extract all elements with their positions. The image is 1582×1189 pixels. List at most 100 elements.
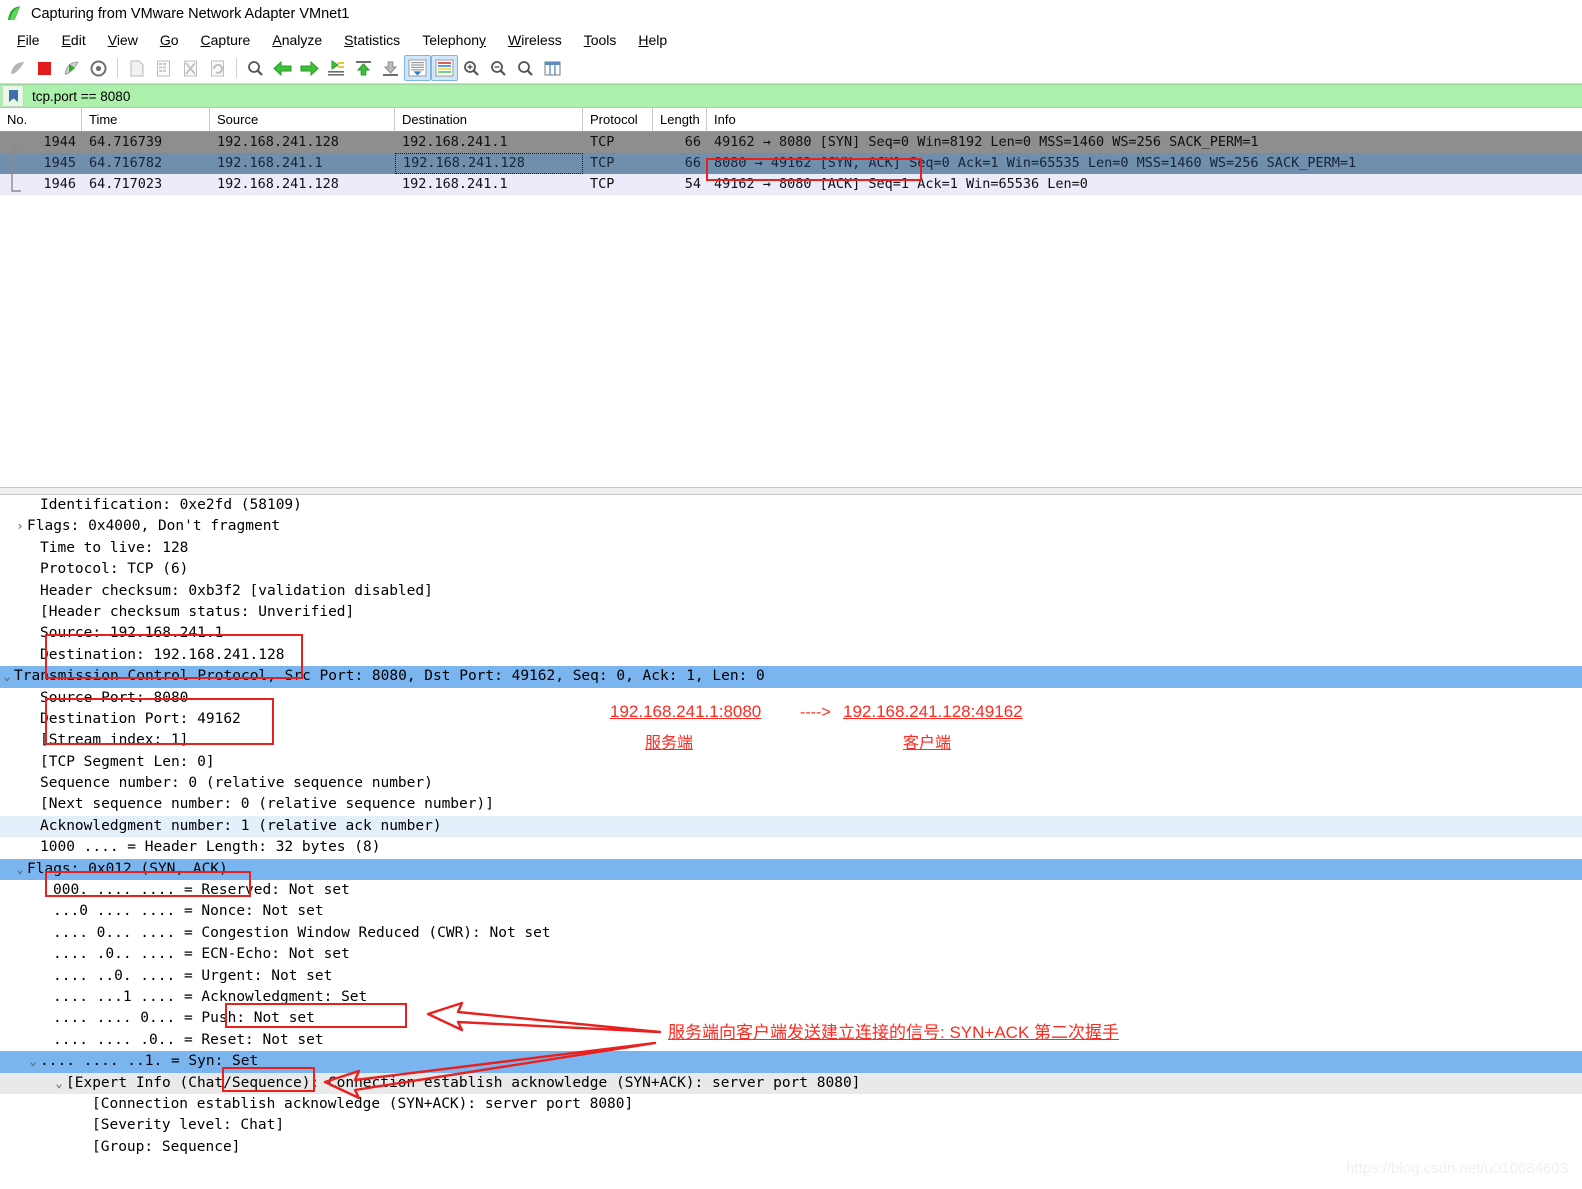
capture-options-icon[interactable] xyxy=(85,55,112,81)
packet-length-cell[interactable]: 66 xyxy=(653,153,707,174)
menu-item-view[interactable]: View xyxy=(97,30,149,50)
go-to-last-packet-icon[interactable] xyxy=(377,55,404,81)
detail-row[interactable]: ⌄ [Expert Info (Chat/Sequence): Connectio… xyxy=(0,1072,1582,1094)
packet-source-cell[interactable]: 192.168.241.128 xyxy=(210,132,395,153)
auto-scroll-icon[interactable] xyxy=(404,55,431,81)
menu-item-file[interactable]: File xyxy=(6,30,51,50)
detail-row[interactable]: › Flags: 0x4000, Don't fragment xyxy=(0,516,1582,537)
packet-source-cell[interactable]: 192.168.241.128 xyxy=(210,174,395,195)
packet-protocol-cell[interactable]: TCP xyxy=(583,132,653,153)
detail-row[interactable]: ⌄ Transmission Control Protocol, Src Port… xyxy=(0,666,1582,688)
detail-row[interactable]: [TCP Segment Len: 0] xyxy=(0,752,1582,773)
detail-row[interactable]: ⌄ Flags: 0x012 (SYN, ACK) xyxy=(0,858,1582,881)
menu-item-wireless[interactable]: Wireless xyxy=(497,30,573,50)
packet-time-cell[interactable]: 64.717023 xyxy=(82,174,210,195)
packet-length-cell[interactable]: 54 xyxy=(653,174,707,195)
table-row[interactable]: 1945 64.716782 192.168.241.1 192.168.241.12… xyxy=(0,153,1582,174)
menu-item-go[interactable]: Go xyxy=(149,30,190,50)
detail-row[interactable]: ...0 .... .... = Nonce: Not set xyxy=(0,901,1582,922)
detail-row[interactable]: 1000 .... = Header Length: 32 bytes (8) xyxy=(0,837,1582,858)
packet-info-cell[interactable]: 8080 → 49162 [SYN, ACK] Seq=0 Ack=1 Win=… xyxy=(707,153,1582,174)
detail-row[interactable]: [Header checksum status: Unverified] xyxy=(0,602,1582,623)
reload-file-icon[interactable] xyxy=(204,55,231,81)
column-header-length[interactable]: Length xyxy=(653,108,707,131)
column-header-no[interactable]: No. xyxy=(0,108,82,131)
go-back-icon[interactable] xyxy=(269,55,296,81)
detail-row[interactable]: Time to live: 128 xyxy=(0,538,1582,559)
menu-item-capture[interactable]: Capture xyxy=(190,30,262,50)
menu-item-edit[interactable]: Edit xyxy=(51,30,97,50)
detail-row[interactable]: Sequence number: 0 (relative sequence nu… xyxy=(0,773,1582,794)
packet-source-cell[interactable]: 192.168.241.1 xyxy=(210,153,395,174)
go-to-packet-icon[interactable] xyxy=(323,55,350,81)
detail-row[interactable]: .... ...1 .... = Acknowledgment: Set xyxy=(0,987,1582,1008)
table-row[interactable]: 1944 64.716739 192.168.241.128 192.168.241.… xyxy=(0,132,1582,153)
resize-columns-icon[interactable] xyxy=(539,55,566,81)
packet-info-cell[interactable]: 49162 → 8080 [ACK] Seq=1 Ack=1 Win=65536… xyxy=(707,174,1582,195)
detail-row[interactable]: Source Port: 8080 xyxy=(0,688,1582,709)
detail-row[interactable]: [Next sequence number: 0 (relative seque… xyxy=(0,794,1582,815)
packet-list-pane[interactable]: No. Time Source Destination Protocol Length In… xyxy=(0,108,1582,487)
packet-details-pane[interactable]: Identification: 0xe2fd (58109) › Flags: 0x… xyxy=(0,495,1582,1159)
display-filter-bar[interactable]: tcp.port == 8080 xyxy=(0,84,1582,108)
go-forward-icon[interactable] xyxy=(296,55,323,81)
column-header-time[interactable]: Time xyxy=(82,108,210,131)
detail-row[interactable]: .... .0.. .... = ECN-Echo: Not set xyxy=(0,944,1582,965)
column-header-source[interactable]: Source xyxy=(210,108,395,131)
packet-protocol-cell[interactable]: TCP xyxy=(583,174,653,195)
go-to-first-packet-icon[interactable] xyxy=(350,55,377,81)
pane-splitter[interactable] xyxy=(0,487,1582,495)
detail-row[interactable]: Source: 192.168.241.1 xyxy=(0,623,1582,644)
packet-destination-cell[interactable]: 192.168.241.1 xyxy=(395,174,583,195)
column-header-info[interactable]: Info xyxy=(707,108,1582,131)
detail-row[interactable]: [Group: Sequence] xyxy=(0,1137,1582,1158)
display-filter-input[interactable]: tcp.port == 8080 xyxy=(32,89,130,104)
detail-row[interactable]: ⌄.... .... ..1. = Syn: Set xyxy=(0,1051,1582,1073)
packet-protocol-cell[interactable]: TCP xyxy=(583,153,653,174)
menu-item-statistics[interactable]: Statistics xyxy=(333,30,411,50)
detail-row[interactable]: 000. .... .... = Reserved: Not set xyxy=(0,880,1582,901)
packet-list-body[interactable]: 1944 64.716739 192.168.241.128 192.168.241.… xyxy=(0,132,1582,487)
detail-row[interactable]: Destination Port: 49162 xyxy=(0,709,1582,730)
detail-row[interactable]: .... 0... .... = Congestion Window Reduc… xyxy=(0,923,1582,944)
packet-time-cell[interactable]: 64.716739 xyxy=(82,132,210,153)
detail-row[interactable]: Identification: 0xe2fd (58109) xyxy=(0,495,1582,516)
detail-row[interactable]: Header checksum: 0xb3f2 [validation disa… xyxy=(0,581,1582,602)
stop-capture-icon[interactable] xyxy=(31,55,58,81)
detail-row[interactable]: Destination: 192.168.241.128 xyxy=(0,645,1582,666)
restart-capture-icon[interactable] xyxy=(58,55,85,81)
packet-list-header[interactable]: No. Time Source Destination Protocol Length In… xyxy=(0,108,1582,132)
packet-info-cell[interactable]: 49162 → 8080 [SYN] Seq=0 Win=8192 Len=0 … xyxy=(707,132,1582,153)
chevron-toggle-icon[interactable]: ⌄ xyxy=(13,859,27,880)
zoom-out-icon[interactable] xyxy=(485,55,512,81)
zoom-in-icon[interactable] xyxy=(458,55,485,81)
table-row[interactable]: 1946 64.717023 192.168.241.128 192.168.241.… xyxy=(0,174,1582,195)
menu-item-help[interactable]: Help xyxy=(627,30,678,50)
bookmark-icon[interactable] xyxy=(2,85,24,107)
menu-item-analyze[interactable]: Analyze xyxy=(261,30,333,50)
column-header-destination[interactable]: Destination xyxy=(395,108,583,131)
chevron-toggle-icon[interactable]: ⌄ xyxy=(26,1051,40,1072)
colorize-icon[interactable] xyxy=(431,55,458,81)
column-header-protocol[interactable]: Protocol xyxy=(583,108,653,131)
detail-row[interactable]: Protocol: TCP (6) xyxy=(0,559,1582,580)
detail-row[interactable]: [Stream index: 1] xyxy=(0,730,1582,751)
save-file-icon[interactable] xyxy=(150,55,177,81)
detail-row[interactable]: Acknowledgment number: 1 (relative ack n… xyxy=(0,815,1582,838)
chevron-toggle-icon[interactable]: › xyxy=(13,516,27,537)
packet-destination-cell[interactable]: 192.168.241.128 xyxy=(395,153,583,174)
zoom-reset-icon[interactable] xyxy=(512,55,539,81)
open-file-icon[interactable] xyxy=(123,55,150,81)
menu-item-telephony[interactable]: Telephony xyxy=(411,30,497,50)
detail-row[interactable]: [Severity level: Chat] xyxy=(0,1115,1582,1136)
detail-row[interactable]: .... ..0. .... = Urgent: Not set xyxy=(0,966,1582,987)
packet-length-cell[interactable]: 66 xyxy=(653,132,707,153)
start-capture-icon[interactable] xyxy=(4,55,31,81)
chevron-toggle-icon[interactable]: ⌄ xyxy=(52,1073,66,1094)
packet-destination-cell[interactable]: 192.168.241.1 xyxy=(395,132,583,153)
close-file-icon[interactable] xyxy=(177,55,204,81)
find-packet-icon[interactable] xyxy=(242,55,269,81)
chevron-toggle-icon[interactable]: ⌄ xyxy=(0,666,14,687)
packet-time-cell[interactable]: 64.716782 xyxy=(82,153,210,174)
menu-item-tools[interactable]: Tools xyxy=(573,30,628,50)
